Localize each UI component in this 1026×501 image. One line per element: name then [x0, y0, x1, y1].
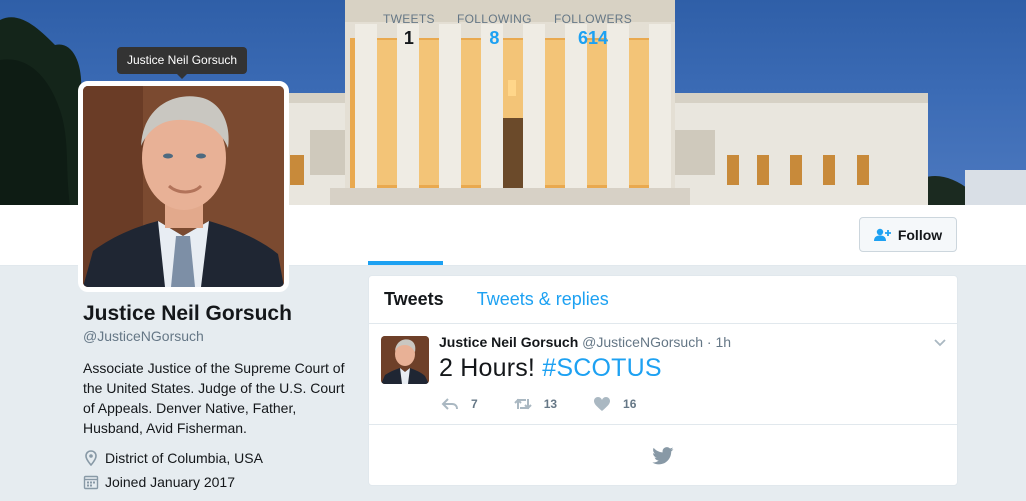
profile-bio: Associate Justice of the Supreme Court o… — [83, 360, 345, 436]
reply-count: 7 — [471, 397, 478, 411]
profile-location-text: District of Columbia, USA — [105, 450, 263, 466]
retweet-icon — [513, 398, 532, 410]
calendar-icon — [83, 475, 99, 490]
tweet-timestamp[interactable]: 1h — [715, 334, 731, 350]
stat-following[interactable]: FOLLOWING 8 — [457, 12, 532, 49]
heart-icon — [594, 397, 611, 411]
tab-tweets-and-replies[interactable]: Tweets & replies — [477, 289, 609, 310]
stat-tweets-label: TWEETS — [383, 12, 435, 26]
tab-tweets[interactable]: Tweets — [384, 289, 444, 310]
stat-following-label: FOLLOWING — [457, 12, 532, 26]
profile-joined: Joined January 2017 — [83, 474, 348, 490]
tweet-header: Justice Neil Gorsuch @JusticeNGorsuch · … — [439, 334, 731, 350]
stat-tweets[interactable]: TWEETS 1 — [383, 12, 435, 49]
tweet-avatar[interactable] — [381, 336, 429, 384]
profile-avatar[interactable] — [78, 81, 289, 292]
follow-button-label: Follow — [897, 226, 943, 243]
chevron-down-icon[interactable] — [933, 336, 947, 350]
retweet-button[interactable]: 13 — [513, 396, 558, 412]
tweet-text: 2 Hours! #SCOTUS — [439, 354, 662, 383]
stat-tweets-value: 1 — [403, 28, 414, 48]
stat-followers-value: 614 — [578, 28, 609, 48]
add-user-icon — [873, 228, 891, 241]
profile-location: District of Columbia, USA — [83, 450, 348, 466]
tweet-hashtag[interactable]: #SCOTUS — [542, 354, 661, 382]
tweet-actions: 7 13 16 — [441, 396, 636, 412]
avatar-photo — [83, 86, 284, 287]
tweet-separator: · — [706, 334, 712, 350]
tweet-author-name[interactable]: Justice Neil Gorsuch — [439, 334, 578, 350]
stat-followers-label: FOLLOWERS — [554, 12, 633, 26]
tweet-text-plain: 2 Hours! — [439, 354, 536, 382]
location-pin-icon — [85, 450, 97, 466]
profile-name[interactable]: Justice Neil Gorsuch — [83, 302, 348, 326]
profile-joined-text: Joined January 2017 — [105, 474, 235, 490]
timeline-card: Tweets Tweets & replies Justice Neil Gor… — [368, 275, 958, 486]
like-count: 16 — [623, 397, 637, 411]
timeline-footer — [369, 425, 957, 485]
tweet-avatar-photo — [381, 336, 429, 384]
like-button[interactable]: 16 — [593, 396, 636, 412]
profile-header-card: Justice Neil Gorsuch @JusticeNGorsuch As… — [83, 302, 348, 490]
twitter-bird-icon — [652, 447, 674, 465]
profile-handle[interactable]: @JusticeNGorsuch — [83, 328, 348, 344]
reply-icon — [441, 398, 458, 410]
timeline-tabs: Tweets Tweets & replies — [369, 276, 957, 324]
tweet-author-handle[interactable]: @JusticeNGorsuch — [582, 334, 703, 350]
stat-following-value: 8 — [489, 28, 500, 48]
avatar-name-tooltip: Justice Neil Gorsuch — [117, 47, 248, 79]
tweet-item[interactable]: Justice Neil Gorsuch @JusticeNGorsuch · … — [369, 324, 957, 425]
follow-button[interactable]: Follow — [859, 217, 957, 252]
active-stat-indicator — [368, 261, 443, 265]
reply-button[interactable]: 7 — [441, 396, 478, 412]
stat-followers[interactable]: FOLLOWERS 614 — [554, 12, 632, 49]
retweet-count: 13 — [543, 397, 558, 411]
